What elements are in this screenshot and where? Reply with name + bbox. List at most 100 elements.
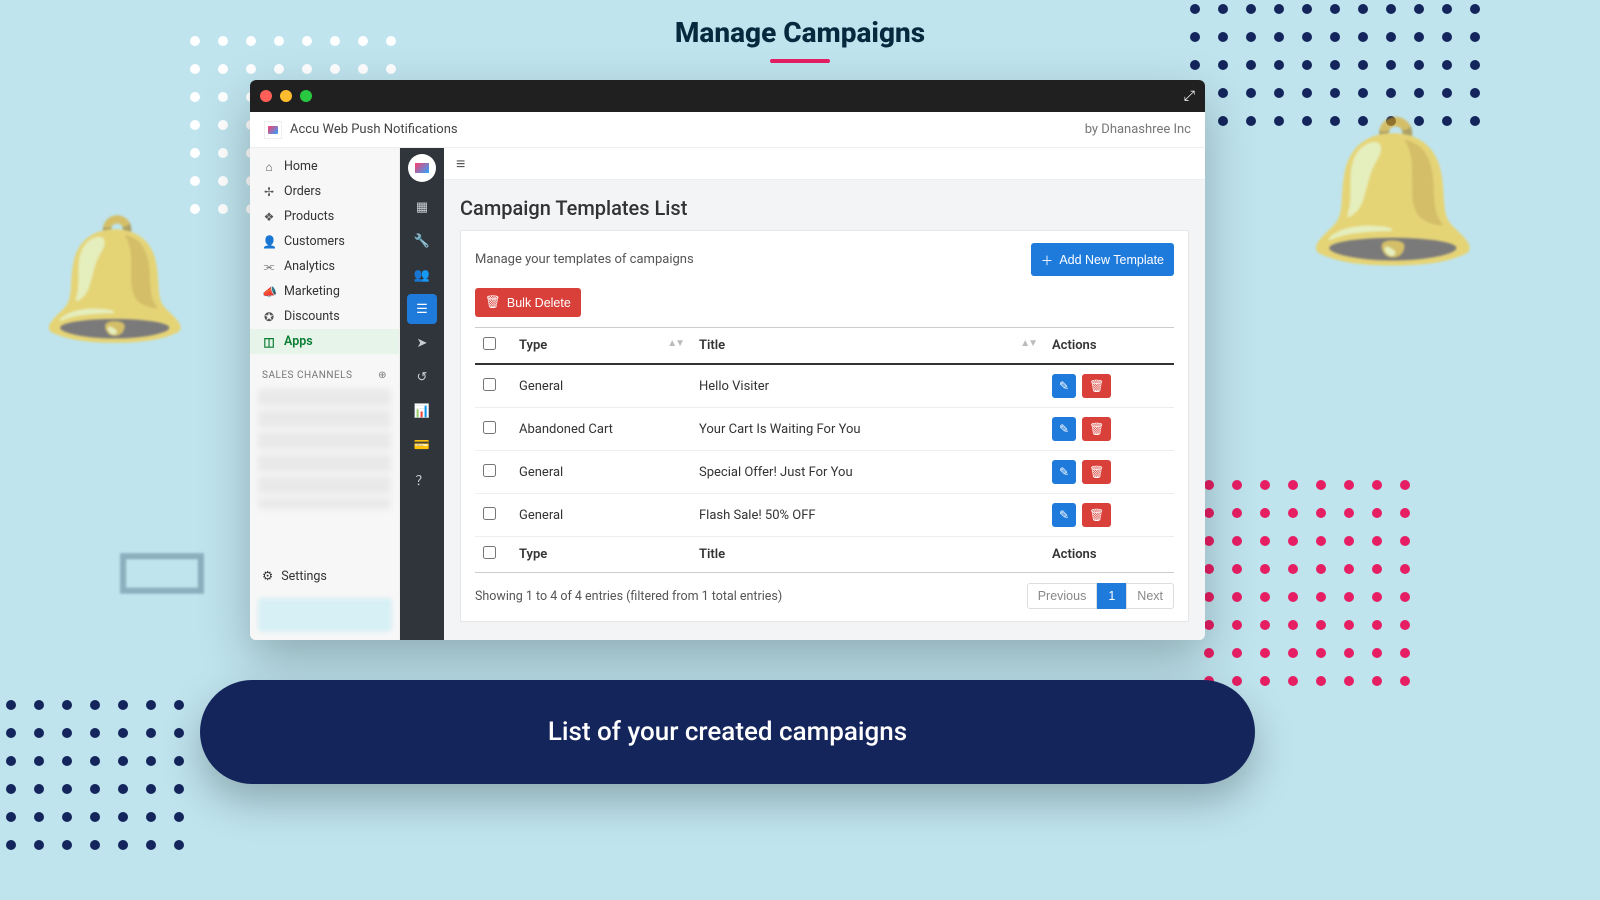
edit-button[interactable]: ✎ bbox=[1052, 503, 1076, 527]
table-info: Showing 1 to 4 of 4 entries (filtered fr… bbox=[475, 589, 782, 604]
row-title: Special Offer! Just For You bbox=[691, 451, 1044, 494]
trash-icon: 🗑 bbox=[1089, 508, 1104, 522]
app-title: Accu Web Push Notifications bbox=[290, 122, 458, 137]
pager-prev-button[interactable]: Previous bbox=[1027, 583, 1098, 609]
window-controls bbox=[260, 90, 312, 102]
mini-list-icon[interactable]: ☰ bbox=[407, 294, 437, 324]
fullscreen-icon[interactable]: ⤢ bbox=[1184, 88, 1195, 104]
edit-icon: ✎ bbox=[1059, 508, 1069, 522]
edit-icon: ✎ bbox=[1059, 379, 1069, 393]
close-icon[interactable] bbox=[260, 90, 272, 102]
page-heading: Manage Campaigns bbox=[0, 16, 1600, 49]
edit-button[interactable]: ✎ bbox=[1052, 460, 1076, 484]
nav-label: Marketing bbox=[284, 284, 340, 299]
caption-text: List of your created campaigns bbox=[548, 717, 907, 747]
delete-button[interactable]: 🗑 bbox=[1082, 503, 1111, 527]
row-checkbox[interactable] bbox=[483, 464, 496, 477]
row-type: General bbox=[511, 451, 691, 494]
templates-panel: Manage your templates of campaigns ＋ Add… bbox=[460, 230, 1189, 622]
nav-label: Home bbox=[284, 159, 318, 174]
row-checkbox[interactable] bbox=[483, 378, 496, 391]
bulk-delete-button[interactable]: 🗑 Bulk Delete bbox=[475, 288, 581, 317]
sort-icon[interactable]: ▲▼ bbox=[667, 338, 683, 349]
pager-page-button[interactable]: 1 bbox=[1097, 583, 1126, 609]
page-heading-block: Manage Campaigns bbox=[0, 0, 1600, 63]
mini-send-icon[interactable]: ➤ bbox=[407, 328, 437, 358]
mini-history-icon[interactable]: ↺ bbox=[407, 362, 437, 392]
app-window: ⤢ Accu Web Push Notifications by Dhanash… bbox=[250, 80, 1205, 640]
mini-users-icon[interactable]: 👥 bbox=[407, 260, 437, 290]
sort-icon[interactable]: ▲▼ bbox=[1020, 338, 1036, 349]
maximize-icon[interactable] bbox=[300, 90, 312, 102]
nav-label: Customers bbox=[284, 234, 345, 249]
edit-button[interactable]: ✎ bbox=[1052, 374, 1076, 398]
sidebar-item-marketing[interactable]: 📣 Marketing bbox=[250, 279, 399, 304]
plus-icon: ＋ bbox=[1041, 250, 1054, 269]
page-title: Campaign Templates List bbox=[460, 196, 1189, 220]
mini-wrench-icon[interactable]: 🔧 bbox=[407, 226, 437, 256]
pager-next-button[interactable]: Next bbox=[1126, 583, 1174, 609]
edit-button[interactable]: ✎ bbox=[1052, 417, 1076, 441]
add-template-label: Add New Template bbox=[1059, 253, 1164, 267]
add-template-button[interactable]: ＋ Add New Template bbox=[1031, 243, 1174, 276]
select-all-footer-checkbox[interactable] bbox=[483, 546, 496, 559]
nav-label: Orders bbox=[284, 184, 321, 199]
sidebar-item-analytics[interactable]: ⫘Analytics bbox=[250, 254, 399, 279]
sidebar-item-discounts[interactable]: ✪ Discounts bbox=[250, 304, 399, 329]
shop-sidebar: ⌂Home ✢ Orders ❖Products👤Customers⫘Analytic… bbox=[250, 148, 400, 640]
nav-icon: ✢ bbox=[262, 185, 276, 199]
app-byline: by Dhanashree Inc bbox=[1085, 122, 1191, 137]
select-all-checkbox[interactable] bbox=[483, 337, 496, 350]
delete-button[interactable]: 🗑 bbox=[1082, 417, 1111, 441]
hamburger-icon[interactable]: ≡ bbox=[456, 154, 465, 174]
caption-pill: List of your created campaigns bbox=[200, 680, 1255, 784]
footer-actions-label: Actions bbox=[1052, 547, 1097, 562]
gear-icon: ⚙ bbox=[262, 568, 273, 584]
mini-grid-icon[interactable]: ▦ bbox=[407, 192, 437, 222]
nav-label: Discounts bbox=[284, 309, 340, 324]
col-title-label: Title bbox=[699, 338, 725, 353]
settings-label: Settings bbox=[281, 569, 327, 584]
nav-icon: ❖ bbox=[262, 210, 276, 224]
content-area: ≡ Campaign Templates List Manage your te… bbox=[444, 148, 1205, 640]
minimize-icon[interactable] bbox=[280, 90, 292, 102]
mini-chart-icon[interactable]: 📊 bbox=[407, 396, 437, 426]
app-logo-icon bbox=[264, 121, 282, 139]
settings-link[interactable]: ⚙ Settings bbox=[250, 562, 339, 590]
window-titlebar: ⤢ bbox=[250, 80, 1205, 112]
sidebar-item-customers[interactable]: 👤Customers bbox=[250, 229, 399, 254]
nav-icon: ◫ bbox=[262, 335, 276, 349]
table-row: GeneralHello Visiter✎🗑 bbox=[475, 364, 1174, 408]
delete-button[interactable]: 🗑 bbox=[1082, 374, 1111, 398]
templates-table: Type▲▼ Title▲▼ Actions GeneralHello Visi… bbox=[475, 327, 1174, 573]
app-mini-sidebar: ▦ 🔧 👥 ☰ ➤ ↺ 📊 💳 ？ bbox=[400, 148, 444, 640]
edit-icon: ✎ bbox=[1059, 422, 1069, 436]
delete-button[interactable]: 🗑 bbox=[1082, 460, 1111, 484]
mini-help-icon[interactable]: ？ bbox=[407, 464, 437, 494]
nav-icon: 📣 bbox=[262, 285, 276, 299]
row-checkbox[interactable] bbox=[483, 507, 496, 520]
trash-icon: 🗑 bbox=[1089, 422, 1104, 436]
sidebar-item-products[interactable]: ❖Products bbox=[250, 204, 399, 229]
nav-label: Analytics bbox=[284, 259, 335, 274]
nav-label: Apps bbox=[284, 334, 313, 349]
sidebar-item-apps[interactable]: ◫ Apps bbox=[250, 329, 399, 354]
bulk-delete-label: Bulk Delete bbox=[507, 296, 571, 310]
bottom-blurred bbox=[258, 598, 392, 632]
add-channel-icon[interactable]: ⊕ bbox=[378, 370, 387, 381]
col-type-label: Type bbox=[519, 338, 547, 353]
nav-icon: ✪ bbox=[262, 310, 276, 324]
trash-icon: 🗑 bbox=[1089, 465, 1104, 479]
row-title: Flash Sale! 50% OFF bbox=[691, 494, 1044, 537]
table-row: GeneralSpecial Offer! Just For You ✎ 🗑 bbox=[475, 451, 1174, 494]
col-actions-label: Actions bbox=[1052, 338, 1097, 353]
row-checkbox[interactable] bbox=[483, 421, 496, 434]
sidebar-item-home[interactable]: ⌂Home bbox=[250, 154, 399, 179]
row-title: Hello Visiter bbox=[691, 364, 1044, 408]
sidebar-item-orders[interactable]: ✢ Orders bbox=[250, 179, 399, 204]
row-type: General bbox=[511, 494, 691, 537]
mini-card-icon[interactable]: 💳 bbox=[407, 430, 437, 460]
channels-blurred bbox=[258, 389, 391, 509]
pagination: Previous 1 Next bbox=[1027, 583, 1174, 609]
table-row: Abandoned CartYour Cart Is Waiting For Y… bbox=[475, 408, 1174, 451]
